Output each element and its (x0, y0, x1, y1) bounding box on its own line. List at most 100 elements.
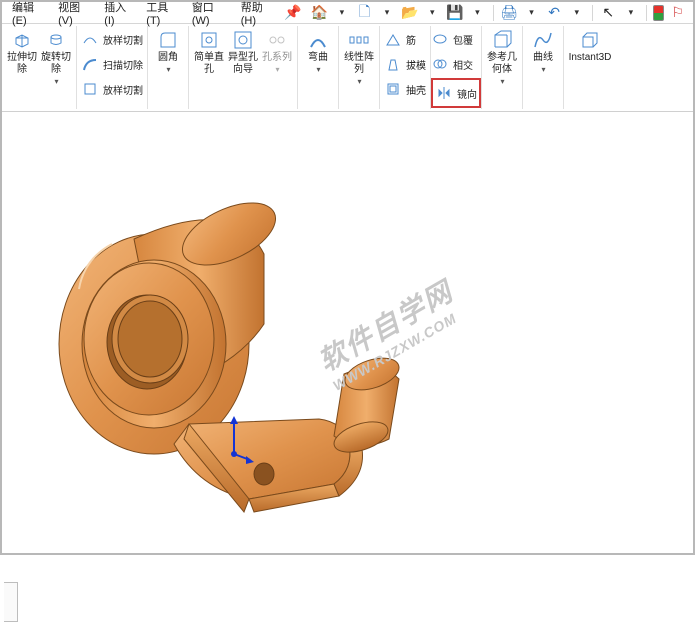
hole-series-icon (265, 28, 289, 52)
fillet-icon (156, 28, 180, 52)
chevron-down-icon: ▾ (166, 64, 170, 76)
extrude-cut-icon (10, 28, 34, 52)
traffic-light-icon[interactable] (653, 5, 664, 21)
draft-button[interactable]: 拔模 (384, 53, 426, 75)
menu-tool[interactable]: 工具(T) (142, 0, 184, 27)
linear-pattern-button[interactable]: 线性阵列 ▾ (343, 28, 375, 88)
hole-wizard-icon (231, 28, 255, 52)
menu-help[interactable]: 帮助(H) (237, 0, 280, 27)
dropdown-icon[interactable]: ▾ (522, 3, 541, 23)
dropdown-icon[interactable]: ▾ (423, 3, 442, 23)
loft-cut-icon (81, 30, 99, 48)
rib-icon (384, 30, 402, 48)
ref-geom-icon (490, 28, 514, 52)
revolve-cut-icon (44, 28, 68, 52)
left-panel-tab[interactable] (4, 582, 18, 622)
open-icon[interactable]: 📂 (400, 3, 419, 23)
sweep-cut-label: 扫描切除 (103, 57, 143, 72)
mirror-icon (435, 84, 453, 102)
extrude-cut-button[interactable]: 拉伸切除 (6, 28, 38, 88)
axis-manipulator[interactable] (224, 414, 254, 464)
dropdown-icon[interactable]: ▾ (622, 3, 641, 23)
draft-icon (384, 55, 402, 73)
chevron-down-icon: ▾ (275, 64, 279, 76)
linear-pattern-label: 线性阵列 (343, 52, 375, 76)
curve-button[interactable]: 曲线 ▾ (527, 28, 559, 76)
group-bend: 弯曲 ▾ (298, 26, 339, 109)
save-icon[interactable]: 💾 (446, 3, 465, 23)
simple-hole-button[interactable]: 简单直孔 (193, 28, 225, 76)
group-sweep: 放样切割 扫描切除 放样切割 (77, 26, 148, 109)
group-features: 筋 拔模 抽壳 (380, 26, 431, 109)
revolve-cut-button[interactable]: 旋转切除 ▾ (40, 28, 72, 88)
loft-cut2-label: 放样切割 (103, 82, 143, 97)
group-curve: 曲线 ▾ (523, 26, 564, 109)
instant3d-icon (578, 28, 602, 52)
group-instant3d: Instant3D (564, 26, 616, 109)
dropdown-icon[interactable]: ▾ (468, 3, 487, 23)
mirror-button[interactable]: 镜向 (435, 82, 477, 104)
group-pattern: 线性阵列 ▾ (339, 26, 380, 109)
group-hole: 简单直孔 异型孔向导 孔系列 ▾ (189, 26, 298, 109)
linear-pattern-icon (347, 28, 371, 52)
dropdown-icon[interactable]: ▾ (567, 3, 586, 23)
menu-window[interactable]: 窗口(W) (188, 0, 233, 27)
mirror-highlight-box: 镜向 (431, 78, 481, 108)
dropdown-icon[interactable]: ▾ (378, 3, 397, 23)
simple-hole-label: 简单直孔 (193, 52, 225, 76)
hole-wizard-label: 异型孔向导 (227, 52, 259, 76)
group-fillet: 圆角 ▾ (148, 26, 189, 109)
wrap-label: 包覆 (453, 32, 473, 47)
rib-button[interactable]: 筋 (384, 28, 426, 50)
chevron-down-icon: ▾ (541, 64, 545, 76)
dropdown-icon[interactable]: ▾ (333, 3, 352, 23)
sweep-cut-icon (81, 55, 99, 73)
hole-series-button[interactable]: 孔系列 ▾ (261, 28, 293, 76)
menu-insert[interactable]: 插入(I) (100, 0, 138, 27)
sweep-cut-button[interactable]: 扫描切除 (81, 53, 143, 75)
shell-icon (384, 80, 402, 98)
hole-wizard-button[interactable]: 异型孔向导 (227, 28, 259, 76)
mirror-label: 镜向 (457, 86, 477, 101)
chevron-down-icon: ▾ (316, 64, 320, 76)
pin-icon[interactable]: 📌 (283, 3, 302, 23)
bend-label: 弯曲 (308, 52, 328, 64)
home-icon[interactable]: 🏠 (310, 3, 329, 23)
chevron-down-icon: ▾ (54, 76, 58, 88)
loft-cut-button[interactable]: 放样切割 (81, 28, 143, 50)
cursor-icon[interactable]: ↖ (599, 3, 618, 23)
flag-icon[interactable]: ⚐ (668, 3, 687, 23)
curve-icon (531, 28, 555, 52)
wrap-icon (431, 30, 449, 48)
revolve-cut-label: 旋转切除 (40, 52, 72, 76)
rib-label: 筋 (406, 32, 416, 47)
draft-label: 拔模 (406, 57, 426, 72)
shell-button[interactable]: 抽壳 (384, 78, 426, 100)
simple-hole-icon (197, 28, 221, 52)
print-icon[interactable]: 🖨 (500, 3, 519, 23)
loft-cut2-button[interactable]: 放样切割 (81, 78, 143, 100)
undo-icon[interactable]: ↶ (545, 3, 564, 23)
curve-label: 曲线 (533, 52, 553, 64)
chevron-down-icon: ▾ (357, 76, 361, 88)
intersect-button[interactable]: 相交 (431, 53, 481, 75)
graphics-viewport[interactable]: 软件自学网 WWW.RJZXW.COM (4, 114, 691, 551)
loft-cut-label: 放样切割 (103, 32, 143, 47)
fillet-button[interactable]: 圆角 ▾ (152, 28, 184, 76)
chevron-down-icon: ▾ (500, 76, 504, 88)
bend-icon (306, 28, 330, 52)
intersect-icon (431, 55, 449, 73)
wrap-button[interactable]: 包覆 (431, 28, 481, 50)
menu-bar: 编辑(E) 视图(V) 插入(I) 工具(T) 窗口(W) 帮助(H) 📌 🏠▾… (2, 2, 693, 24)
menu-edit[interactable]: 编辑(E) (8, 0, 50, 27)
loft-cut-icon (81, 80, 99, 98)
ref-geom-button[interactable]: 参考几何体 ▾ (486, 28, 518, 88)
instant3d-button[interactable]: Instant3D (568, 28, 612, 64)
new-icon[interactable]: 🗋 (355, 3, 374, 23)
bend-button[interactable]: 弯曲 ▾ (302, 28, 334, 76)
menu-view[interactable]: 视图(V) (54, 0, 96, 27)
extrude-cut-label: 拉伸切除 (6, 52, 38, 76)
shell-label: 抽壳 (406, 82, 426, 97)
model-render (34, 144, 464, 544)
group-wrap: 包覆 相交 镜向 (431, 26, 481, 109)
